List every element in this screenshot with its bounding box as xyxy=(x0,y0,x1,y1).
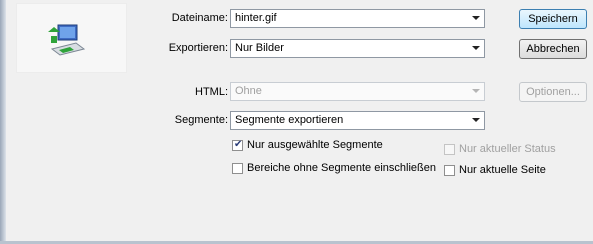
chevron-down-icon[interactable] xyxy=(472,16,480,20)
current-status-label: Nur aktueller Status xyxy=(459,143,556,155)
html-select[interactable]: Ohne xyxy=(230,82,485,101)
export-value: Nur Bilder xyxy=(235,42,284,54)
export-label: Exportieren: xyxy=(168,42,228,54)
chevron-down-icon[interactable] xyxy=(472,118,480,122)
computer-export-icon xyxy=(48,24,86,56)
options-button[interactable]: Optionen... xyxy=(519,82,587,102)
chevron-down-icon[interactable] xyxy=(472,89,480,93)
filename-combobox[interactable]: hinter.gif xyxy=(230,9,485,28)
window-edge xyxy=(0,0,6,244)
segments-value: Segmente exportieren xyxy=(235,114,344,126)
selected-segments-label: Nur ausgewählte Segmente xyxy=(247,139,383,151)
segments-select[interactable]: Segmente exportieren xyxy=(230,111,485,130)
checkbox-box[interactable] xyxy=(444,144,455,155)
checkmark-icon: ✔ xyxy=(234,139,243,150)
checkbox-box[interactable] xyxy=(444,165,455,176)
chevron-down-icon[interactable] xyxy=(472,46,480,50)
html-label: HTML: xyxy=(195,86,228,98)
checkbox-box[interactable]: ✔ xyxy=(232,139,243,151)
html-value: Ohne xyxy=(235,85,262,97)
export-select[interactable]: Nur Bilder xyxy=(230,39,485,58)
icon-panel xyxy=(16,3,127,73)
current-page-label: Nur aktuelle Seite xyxy=(459,164,546,176)
filename-value: hinter.gif xyxy=(235,12,277,24)
include-areas-label: Bereiche ohne Segmente einschließen xyxy=(247,162,436,174)
cancel-button[interactable]: Abbrechen xyxy=(519,39,587,59)
filename-label: Dateiname: xyxy=(171,12,228,24)
segments-label: Segmente: xyxy=(174,114,228,126)
checkbox-box[interactable] xyxy=(232,163,243,174)
save-button[interactable]: Speichern xyxy=(519,9,587,29)
